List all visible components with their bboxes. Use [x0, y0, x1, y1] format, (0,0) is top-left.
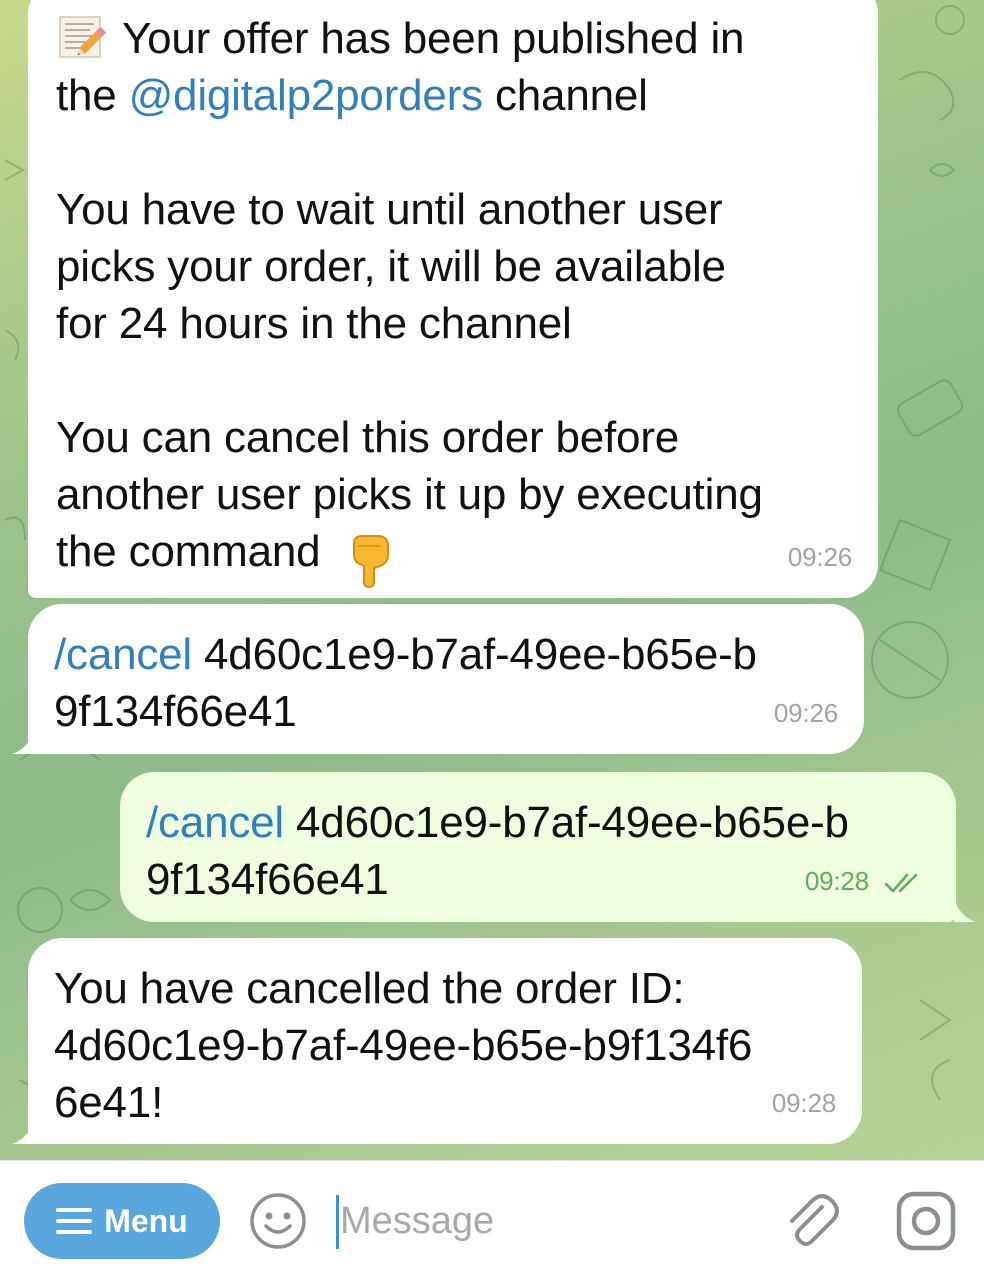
- pointing-down-icon: [348, 532, 392, 589]
- publish-notice-para2-line2: picks your order, it will be available: [56, 242, 726, 291]
- confirmation-line2: 4d60c1e9-b7af-49ee-b65e-b9f134f6: [54, 1021, 753, 1070]
- double-check-icon: [884, 873, 918, 893]
- confirmation-line1: You have cancelled the order ID:: [54, 964, 685, 1013]
- channel-link[interactable]: @digitalp2porders: [129, 71, 484, 120]
- message-time: 09:26: [773, 698, 838, 728]
- message-bubble-cancel-sent[interactable]: /cancel 4d60c1e9-b7af-49ee-b65e-b 9f134f…: [120, 772, 956, 922]
- publish-notice-line1: Your offer has been published in: [122, 14, 745, 63]
- smile-icon[interactable]: [248, 1191, 308, 1251]
- publish-notice-para3-line1: You can cancel this order before: [56, 413, 680, 462]
- publish-notice-para3-line2: another user picks it up by executing: [56, 470, 763, 519]
- cancel-command-link[interactable]: /cancel: [54, 630, 192, 679]
- hamburger-icon: [56, 1208, 93, 1234]
- bubble-tail: [12, 1122, 34, 1144]
- message-input[interactable]: [340, 1193, 760, 1249]
- publish-notice-para3-line3: the command: [56, 527, 321, 576]
- memo-icon: [56, 15, 114, 59]
- text-cursor: [336, 1195, 339, 1249]
- paperclip-icon[interactable]: [782, 1189, 844, 1251]
- bubble-tail: [12, 732, 34, 754]
- cancel-command-link[interactable]: /cancel: [146, 798, 284, 847]
- instagram-camera-icon[interactable]: [894, 1189, 958, 1253]
- order-id-part1: 4d60c1e9-b7af-49ee-b65e-b: [192, 630, 757, 679]
- menu-button-label: Menu: [104, 1202, 188, 1239]
- message-time-sent: 09:28: [805, 853, 924, 910]
- chat-background: Your offer has been published in the @di…: [0, 0, 984, 1160]
- message-bubble-cancel-confirmation[interactable]: You have cancelled the order ID: 4d60c1e…: [28, 938, 862, 1144]
- publish-notice-para2-line3: for 24 hours in the channel: [56, 299, 572, 348]
- confirmation-line3: 6e41!: [54, 1078, 164, 1127]
- message-bubble-cancel-suggestion[interactable]: /cancel 4d60c1e9-b7af-49ee-b65e-b 9f134f…: [28, 604, 864, 754]
- message-bubble-publish-notice[interactable]: Your offer has been published in the @di…: [28, 0, 878, 598]
- message-time: 09:28: [771, 1088, 836, 1118]
- publish-notice-line2-prefix: the: [56, 71, 129, 120]
- publish-notice-line2-suffix: channel: [482, 71, 648, 120]
- message-time-value: 09:28: [804, 866, 869, 896]
- order-id-part2: 9f134f66e41: [54, 687, 297, 736]
- bubble-tail: [954, 900, 976, 922]
- message-input-bar: Menu: [0, 1160, 984, 1281]
- publish-notice-para2-line1: You have to wait until another user: [56, 185, 723, 234]
- message-time: 09:26: [787, 542, 852, 572]
- menu-button[interactable]: Menu: [24, 1183, 220, 1259]
- order-id-part1: 4d60c1e9-b7af-49ee-b65e-b: [284, 798, 849, 847]
